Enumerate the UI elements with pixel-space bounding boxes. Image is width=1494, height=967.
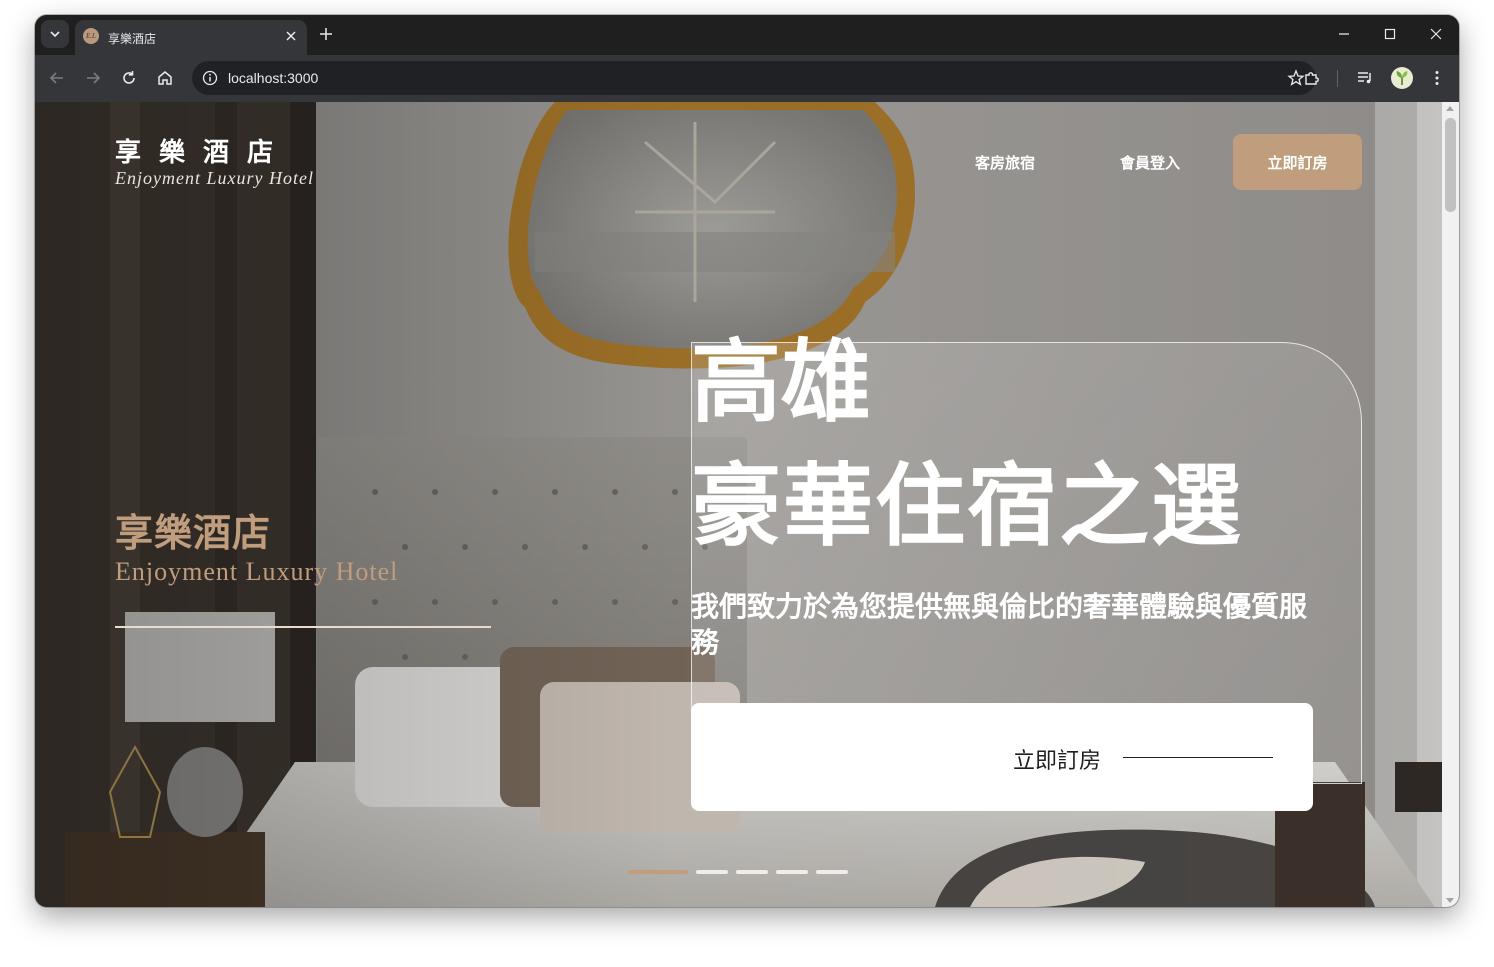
hero-brand-title: 享樂酒店	[115, 510, 272, 555]
scroll-up-arrow-icon[interactable]	[1446, 106, 1454, 111]
close-icon[interactable]	[284, 29, 298, 43]
scroll-down-arrow-icon[interactable]	[1446, 898, 1454, 903]
hero-heading-line2: 豪華住宿之選	[691, 453, 1243, 559]
hero-description: 我們致力於為您提供無與倫比的奢華體驗與優質服務	[691, 590, 1308, 660]
hero-heading-line1: 高雄	[691, 329, 871, 435]
carousel-dot-5[interactable]	[816, 870, 848, 874]
chevron-down-icon	[50, 31, 60, 38]
tab-search-button[interactable]	[41, 20, 69, 48]
nav-rooms-link[interactable]: 客房旅宿	[975, 152, 1035, 173]
scrollbar-thumb[interactable]	[1445, 118, 1456, 212]
minimize-icon[interactable]	[1337, 27, 1351, 41]
browser-window: E.L 享樂酒店 localhost:3000 享樂酒店 Enjoyment L…	[35, 15, 1459, 907]
arrow-line-icon	[1123, 757, 1273, 758]
carousel-dot-2[interactable]	[696, 870, 728, 874]
profile-avatar[interactable]	[1391, 67, 1413, 89]
nav-book-button[interactable]: 立即訂房	[1233, 134, 1362, 190]
nav-login-link[interactable]: 會員登入	[1120, 152, 1180, 173]
address-bar[interactable]: localhost:3000	[192, 61, 1316, 95]
close-window-icon[interactable]	[1429, 27, 1443, 41]
maximize-icon[interactable]	[1383, 27, 1397, 41]
hero-book-button[interactable]: 立即訂房	[691, 703, 1313, 811]
reload-icon[interactable]	[120, 69, 138, 87]
page-scrollbar[interactable]	[1442, 102, 1459, 907]
info-icon[interactable]	[201, 69, 219, 87]
home-icon[interactable]	[156, 69, 174, 87]
puzzle-icon[interactable]	[1303, 69, 1321, 87]
carousel-dot-4[interactable]	[776, 870, 808, 874]
media-queue-icon[interactable]	[1356, 69, 1374, 87]
kebab-menu-icon[interactable]	[1428, 69, 1446, 87]
browser-tab[interactable]: E.L 享樂酒店	[75, 20, 307, 55]
hero-brand-subtitle: Enjoyment Luxury Hotel	[115, 557, 399, 586]
carousel-dot-1[interactable]	[628, 870, 688, 874]
forward-arrow-icon[interactable]	[84, 69, 102, 87]
hero-book-label: 立即訂房	[1013, 749, 1102, 774]
hero-brand-divider	[115, 626, 491, 628]
toolbar-divider	[1337, 70, 1338, 87]
plus-icon[interactable]	[318, 26, 334, 42]
tab-strip: E.L 享樂酒店	[35, 15, 1459, 55]
back-arrow-icon[interactable]	[48, 69, 66, 87]
logo-title[interactable]: 享樂酒店	[115, 132, 291, 169]
site-favicon: E.L	[83, 28, 99, 44]
url-text[interactable]: localhost:3000	[228, 70, 318, 86]
browser-toolbar: localhost:3000	[35, 55, 1459, 102]
carousel-dot-3[interactable]	[736, 870, 768, 874]
page-viewport: 享樂酒店 Enjoyment Luxury Hotel 客房旅宿 會員登入 立即…	[35, 102, 1442, 907]
tab-title: 享樂酒店	[108, 32, 157, 46]
logo-subtitle: Enjoyment Luxury Hotel	[115, 168, 314, 188]
